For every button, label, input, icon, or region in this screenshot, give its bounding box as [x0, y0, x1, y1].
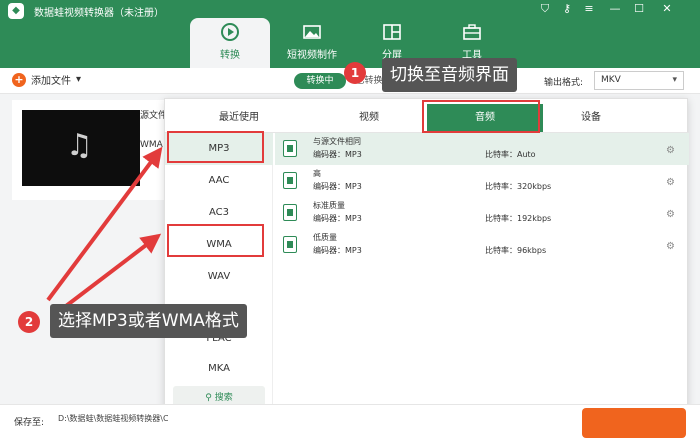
step-1-callout: 切换至音频界面 [382, 58, 517, 92]
format-wma[interactable]: WMA [165, 229, 273, 261]
converting-tab[interactable]: 转换中 [294, 73, 346, 89]
save-path-field[interactable]: D:\数据蛙\数据蛙视频转换器\Converted [58, 411, 168, 427]
tab-recent[interactable]: 最近使用 [181, 99, 297, 133]
output-format-label: 输出格式: [544, 78, 584, 88]
audio-file-icon [283, 236, 297, 253]
format-aac[interactable]: AAC [165, 165, 273, 197]
audio-file-icon [283, 140, 297, 157]
preset-name: 低质量 [313, 233, 337, 242]
file-thumbnail[interactable]: ♫ [22, 110, 140, 186]
title-bar: ◆ 数据蛙视频转换器（未注册） ⛉ ⚷ ≡ — ☐ ✕ 转换 短视频制作 分屏 [0, 0, 700, 68]
format-mp3[interactable]: MP3 [165, 133, 273, 165]
image-icon [303, 25, 321, 39]
preset-bitrate: 比特率：192kbps [485, 214, 552, 223]
preset-low[interactable]: 低质量 编码器：MP3 比特率：96kbps ⚙ [275, 229, 689, 261]
bottom-bar: 保存至: D:\数据蛙\数据蛙视频转换器\Converted [0, 404, 700, 440]
plus-icon: + [12, 72, 26, 87]
preset-name: 高 [313, 169, 321, 178]
format-mka[interactable]: MKA [165, 353, 273, 385]
gear-icon[interactable]: ⚙ [666, 209, 675, 220]
convert-all-button[interactable] [582, 408, 686, 438]
preset-bitrate: 比特率：320kbps [485, 182, 552, 191]
step-1-badge: 1 [344, 62, 366, 84]
chevron-down-icon: ▾ [672, 75, 677, 85]
preset-bitrate: 比特率：Auto [485, 150, 536, 159]
app-logo-icon: ◆ [8, 3, 24, 19]
gear-icon[interactable]: ⚙ [666, 145, 675, 156]
preset-name: 标准质量 [313, 201, 345, 210]
search-icon: ⚲ [205, 393, 212, 403]
step-2-badge: 2 [18, 311, 40, 333]
audio-file-icon [283, 172, 297, 189]
maximize-icon[interactable]: ☐ [630, 2, 648, 15]
arrow-to-wma [64, 233, 162, 308]
preset-high[interactable]: 高 编码器：MP3 比特率：320kbps ⚙ [275, 165, 689, 197]
tab-audio[interactable]: 音频 [427, 104, 543, 132]
search-label: 搜索 [214, 393, 233, 403]
cart-icon[interactable]: ⛉ [536, 2, 554, 16]
preset-encoder: 编码器：MP3 [313, 150, 362, 159]
format-category-tabs: 最近使用 视频 音频 设备 [165, 99, 689, 133]
minimize-icon[interactable]: — [606, 2, 624, 15]
tab-video[interactable]: 视频 [311, 99, 427, 133]
app-title: 数据蛙视频转换器（未注册） [34, 8, 164, 19]
step-2-callout: 选择MP3或者WMA格式 [50, 304, 247, 338]
split-screen-icon [383, 24, 401, 40]
chevron-down-icon: ▾ [76, 74, 82, 85]
preset-standard[interactable]: 标准质量 编码器：MP3 比特率：192kbps ⚙ [275, 197, 689, 229]
tab-short-video[interactable]: 短视频制作 [272, 18, 352, 68]
close-icon[interactable]: ✕ [658, 2, 676, 15]
preset-encoder: 编码器：MP3 [313, 214, 362, 223]
format-list: MP3 AAC AC3 WMA WAV AIFF FLAC MKA ⚲ 搜索 [165, 133, 273, 419]
format-panel: 最近使用 视频 音频 设备 MP3 AAC AC3 WMA WAV AIFF F… [164, 98, 689, 419]
key-icon[interactable]: ⚷ [558, 2, 576, 15]
add-file-label: 添加文件 [31, 76, 71, 87]
tab-short-video-label: 短视频制作 [287, 50, 337, 61]
preset-encoder: 编码器：MP3 [313, 182, 362, 191]
output-format-value: MKV [601, 75, 621, 85]
tab-device[interactable]: 设备 [533, 99, 649, 133]
tab-convert[interactable]: 转换 [190, 18, 270, 68]
gear-icon[interactable]: ⚙ [666, 241, 675, 252]
preset-bitrate: 比特率：96kbps [485, 246, 547, 255]
menu-icon[interactable]: ≡ [580, 2, 598, 15]
preset-same-as-source[interactable]: 与源文件相同 编码器：MP3 比特率：Auto ⚙ [275, 133, 689, 165]
file-format: WMA [140, 140, 163, 150]
tab-convert-label: 转换 [220, 50, 240, 61]
gear-icon[interactable]: ⚙ [666, 177, 675, 188]
preset-encoder: 编码器：MP3 [313, 246, 362, 255]
format-ac3[interactable]: AC3 [165, 197, 273, 229]
music-note-icon: ♫ [66, 128, 93, 163]
add-file-button[interactable]: + 添加文件 ▾ [12, 72, 81, 87]
audio-file-icon [283, 204, 297, 221]
output-format-select[interactable]: MKV ▾ [594, 71, 684, 90]
toolbox-icon [463, 24, 481, 40]
save-to-label: 保存至: [14, 418, 45, 428]
file-source-label: 源文件 [140, 111, 168, 121]
preset-name: 与源文件相同 [313, 137, 361, 146]
format-wav[interactable]: WAV [165, 261, 273, 293]
convert-icon [221, 23, 239, 41]
